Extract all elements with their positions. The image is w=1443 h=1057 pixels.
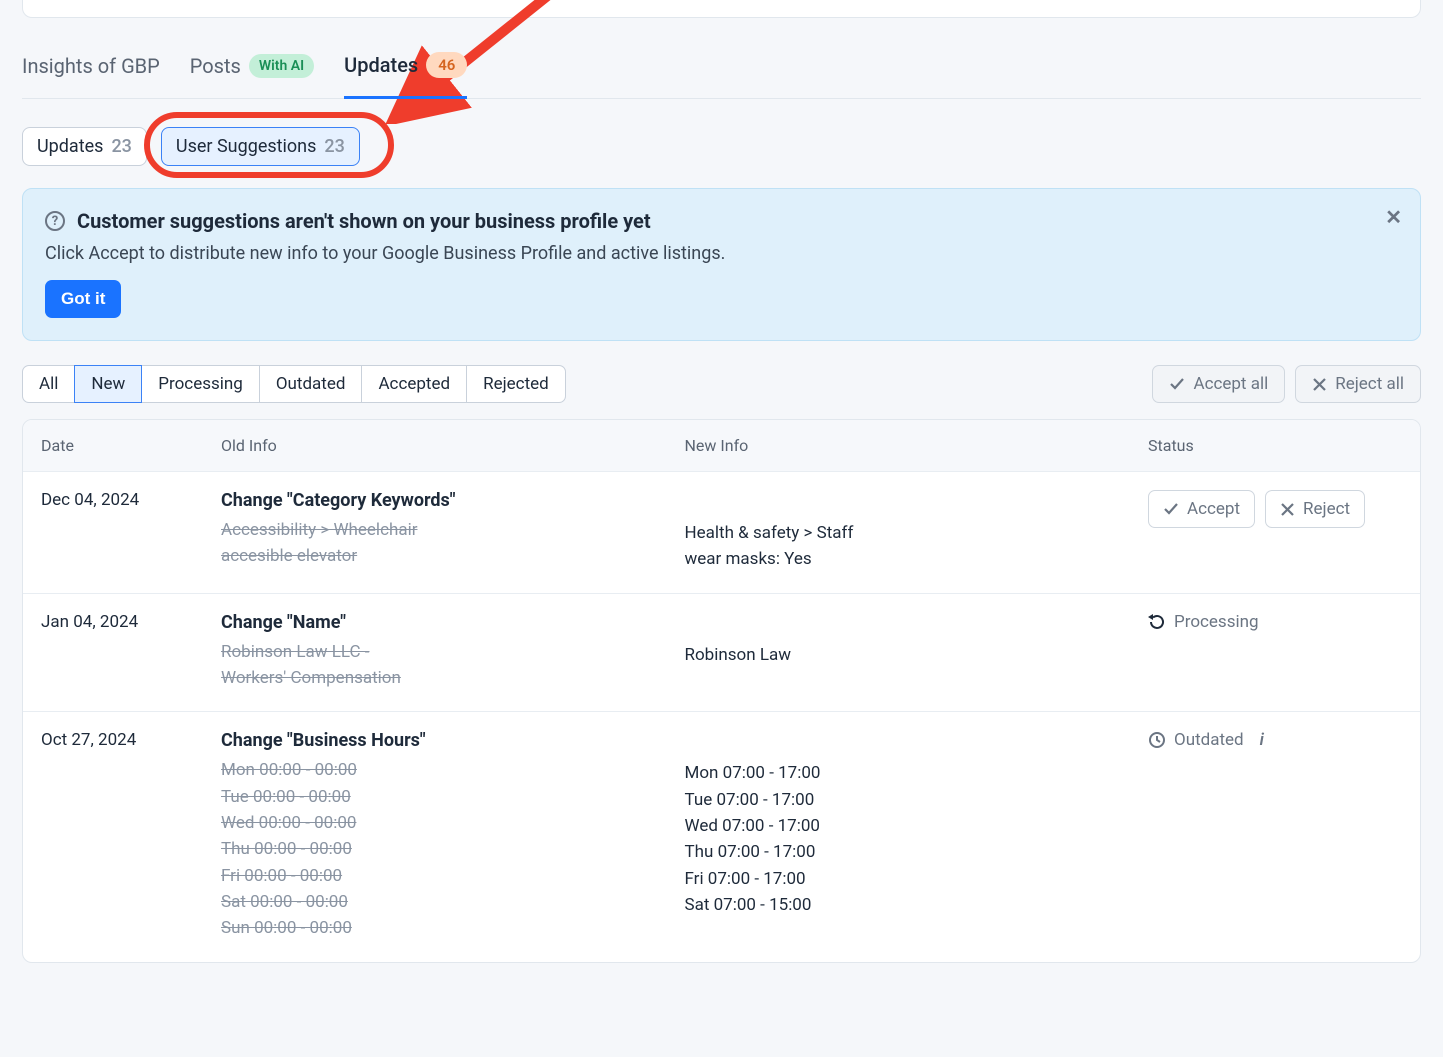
new-lines: Robinson Law [685, 642, 1113, 668]
posts-ai-badge: With AI [249, 54, 314, 78]
col-date: Date [23, 420, 203, 471]
subtab-user-suggestions-label: User Suggestions [176, 136, 317, 157]
reject-all-label: Reject all [1335, 374, 1404, 394]
cell-date: Jan 04, 2024 [23, 594, 203, 652]
updates-count-badge: 46 [426, 52, 467, 78]
cell-new-info: Health & safety > Staffwear masks: Yes [667, 472, 1131, 593]
filter-rejected[interactable]: Rejected [466, 365, 566, 403]
subtab-updates[interactable]: Updates 23 [22, 127, 147, 166]
table-row: Oct 27, 2024 Change "Business Hours" Mon 0… [23, 711, 1420, 961]
accept-label: Accept [1187, 499, 1240, 519]
change-title: Change "Name" [221, 612, 649, 633]
subtab-user-suggestions[interactable]: User Suggestions 23 [161, 127, 360, 166]
change-title: Change "Category Keywords" [221, 490, 649, 511]
old-lines: Accessibility > Wheelchairaccesible elev… [221, 517, 649, 570]
new-lines: Health & safety > Staffwear masks: Yes [685, 520, 1113, 573]
tab-insights-label: Insights of GBP [22, 54, 160, 78]
accept-all-button[interactable]: Accept all [1152, 365, 1285, 403]
cell-status: Outdated i [1130, 712, 1420, 773]
status-outdated-label: Outdated [1174, 730, 1244, 750]
filter-outdated[interactable]: Outdated [259, 365, 363, 403]
col-old: Old Info [203, 420, 667, 471]
reject-label: Reject [1303, 499, 1350, 519]
check-icon [1163, 501, 1179, 517]
reject-all-button[interactable]: Reject all [1295, 365, 1421, 403]
subtab-updates-label: Updates [37, 136, 103, 157]
info-icon[interactable]: i [1260, 730, 1264, 750]
status-outdated: Outdated i [1148, 730, 1264, 750]
change-title: Change "Business Hours" [221, 730, 649, 751]
suggestions-table: Date Old Info New Info Status Dec 04, 20… [22, 419, 1421, 963]
question-icon: ? [45, 211, 65, 231]
top-tabs: Insights of GBP Posts With AI Updates 46 [22, 46, 1421, 99]
filter-row: All New Processing Outdated Accepted Rej… [22, 365, 1421, 403]
subtab-user-suggestions-count: 23 [324, 136, 344, 157]
filter-new[interactable]: New [74, 365, 142, 403]
old-lines: Robinson Law LLC -Workers' Compensation [221, 639, 649, 692]
cell-old-info: Change "Name" Robinson Law LLC -Workers' … [203, 594, 667, 712]
status-filter-group: All New Processing Outdated Accepted Rej… [22, 365, 566, 403]
check-icon [1169, 376, 1185, 392]
banner-title: Customer suggestions aren't shown on you… [77, 209, 651, 233]
old-lines: Mon 00:00 - 00:00Tue 00:00 - 00:00Wed 00… [221, 757, 649, 941]
accept-all-label: Accept all [1193, 374, 1268, 394]
x-icon [1312, 377, 1327, 392]
info-banner: ✕ ? Customer suggestions aren't shown on… [22, 188, 1421, 341]
reject-button[interactable]: Reject [1265, 490, 1365, 528]
tab-insights[interactable]: Insights of GBP [22, 48, 160, 96]
col-status: Status [1130, 420, 1420, 471]
filter-processing[interactable]: Processing [141, 365, 260, 403]
tab-posts-label: Posts [190, 54, 241, 78]
banner-body: Click Accept to distribute new info to y… [45, 243, 1398, 264]
filter-all[interactable]: All [22, 365, 75, 403]
cell-old-info: Change "Business Hours" Mon 00:00 - 00:00… [203, 712, 667, 961]
cell-new-info: Mon 07:00 - 17:00Tue 07:00 - 17:00Wed 07… [667, 712, 1131, 938]
x-icon [1280, 502, 1295, 517]
bulk-buttons: Accept all Reject all [1152, 365, 1421, 403]
cell-old-info: Change "Category Keywords" Accessibility … [203, 472, 667, 590]
tab-updates[interactable]: Updates 46 [344, 46, 467, 99]
cell-status: Accept Reject [1130, 472, 1420, 548]
close-icon[interactable]: ✕ [1385, 205, 1402, 229]
top-card-edge [22, 0, 1421, 18]
subtab-updates-count: 23 [111, 136, 131, 157]
col-new: New Info [667, 420, 1131, 471]
gotit-button[interactable]: Got it [45, 280, 121, 318]
table-row: Jan 04, 2024 Change "Name" Robinson Law LL… [23, 593, 1420, 712]
cell-date: Dec 04, 2024 [23, 472, 203, 530]
filter-accepted[interactable]: Accepted [361, 365, 467, 403]
table-header: Date Old Info New Info Status [23, 420, 1420, 471]
cell-status: Processing [1130, 594, 1420, 655]
status-processing: Processing [1148, 612, 1259, 632]
status-processing-label: Processing [1174, 612, 1259, 632]
tab-posts[interactable]: Posts With AI [190, 48, 314, 96]
table-row: Dec 04, 2024 Change "Category Keywords" Ac… [23, 471, 1420, 593]
subtabs: Updates 23 User Suggestions 23 [22, 127, 1421, 166]
tab-updates-label: Updates [344, 53, 418, 77]
refresh-icon [1148, 613, 1166, 631]
cell-new-info: Robinson Law [667, 594, 1131, 688]
accept-button[interactable]: Accept [1148, 490, 1255, 528]
new-lines: Mon 07:00 - 17:00Tue 07:00 - 17:00Wed 07… [685, 760, 1113, 918]
cell-date: Oct 27, 2024 [23, 712, 203, 770]
clock-icon [1148, 731, 1166, 749]
